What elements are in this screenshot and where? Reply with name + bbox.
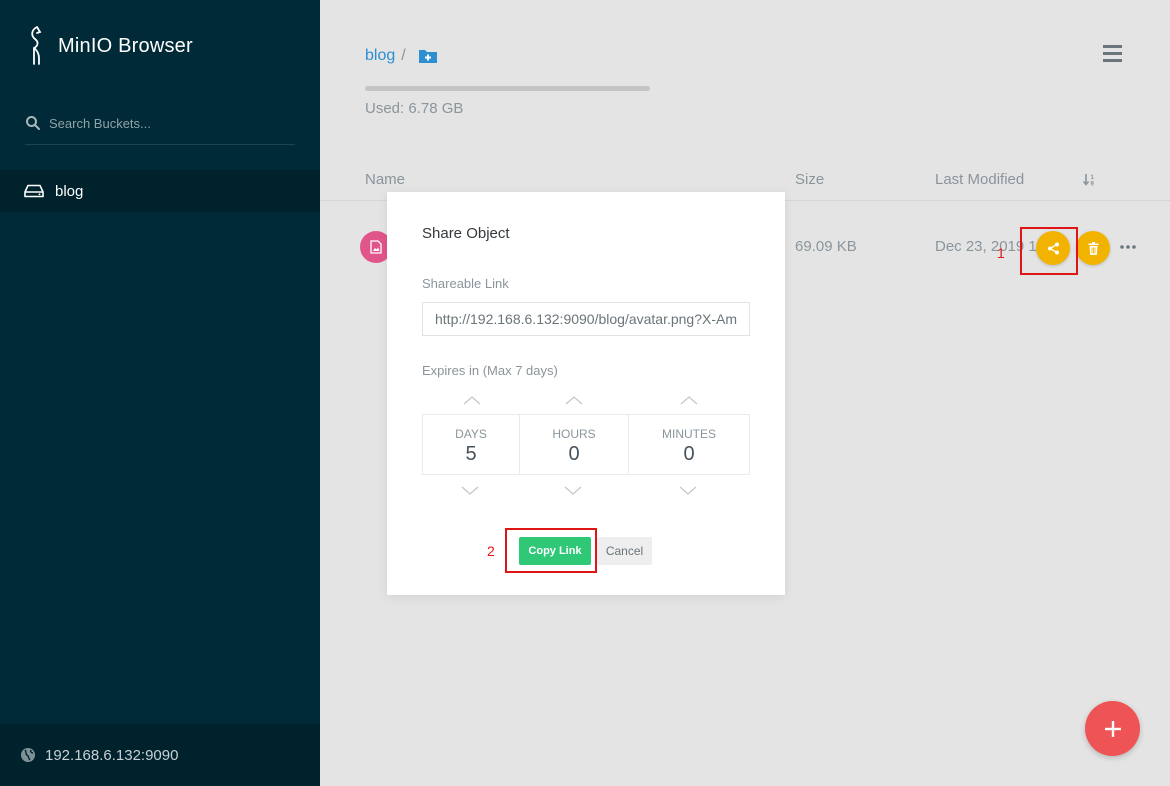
annotation-box-share: [1020, 227, 1078, 275]
minutes-decrease-icon[interactable]: [679, 486, 697, 495]
plus-icon: [1104, 720, 1121, 737]
annotation-box-copy-link: [505, 528, 597, 573]
host-address: 192.168.6.132:9090: [45, 746, 179, 764]
cancel-button[interactable]: Cancel: [597, 537, 652, 565]
expiry-days: DAYS 5: [423, 415, 520, 474]
minio-logo-icon: [31, 26, 42, 65]
search-icon: [26, 116, 40, 130]
hours-increase-icon[interactable]: [565, 396, 583, 405]
bucket-search: [25, 112, 295, 145]
days-decrease-icon[interactable]: [461, 486, 479, 495]
breadcrumb: blog /: [365, 47, 438, 65]
column-header-last-modified[interactable]: Last Modified: [935, 171, 1024, 188]
storage-usage-fill: [365, 86, 650, 91]
expiry-minutes-label: MINUTES: [662, 427, 716, 441]
svg-text:9: 9: [1091, 182, 1095, 187]
hours-decrease-icon[interactable]: [564, 486, 582, 495]
storage-usage-bar: [365, 86, 650, 91]
minutes-increase-icon[interactable]: [680, 396, 698, 405]
column-header-name[interactable]: Name: [365, 171, 405, 188]
expiry-days-value: 5: [465, 443, 477, 465]
hamburger-menu-icon[interactable]: [1103, 45, 1122, 62]
more-icon[interactable]: [1120, 245, 1136, 249]
breadcrumb-bucket-link[interactable]: blog: [365, 47, 395, 65]
app-title: MinIO Browser: [58, 34, 193, 57]
expiry-hours-value: 0: [568, 443, 580, 465]
shareable-link-label: Shareable Link: [422, 276, 509, 291]
search-buckets-input[interactable]: [49, 112, 289, 134]
shareable-link-field[interactable]: [422, 302, 750, 336]
expiry-minutes-value: 0: [683, 443, 695, 465]
delete-button[interactable]: [1076, 231, 1110, 265]
sidebar-item-blog[interactable]: blog: [0, 170, 320, 212]
sidebar: MinIO Browser blog 192.168.6.132:9090: [0, 0, 320, 786]
expiry-days-label: DAYS: [455, 427, 487, 441]
add-object-button[interactable]: [1085, 701, 1140, 756]
svg-text:1: 1: [1091, 175, 1095, 181]
annotation-number-1: 1: [997, 245, 1005, 261]
column-header-size[interactable]: Size: [795, 171, 824, 188]
hard-drive-icon: [24, 184, 44, 198]
sidebar-item-label: blog: [55, 182, 84, 200]
expiry-selector: DAYS 5 HOURS 0 MINUTES 0: [422, 414, 750, 475]
expiry-label: Expires in (Max 7 days): [422, 363, 558, 378]
folder-plus-icon[interactable]: [418, 48, 438, 64]
expiry-hours: HOURS 0: [520, 415, 629, 474]
sort-icon[interactable]: 1 9: [1083, 173, 1096, 186]
annotation-number-2: 2: [487, 543, 495, 559]
app-logo[interactable]: MinIO Browser: [24, 24, 193, 66]
storage-used-text: Used: 6.78 GB: [365, 100, 464, 117]
modal-title: Share Object: [422, 225, 510, 242]
image-file-icon: [370, 240, 382, 254]
host-footer: 192.168.6.132:9090: [0, 724, 320, 786]
trash-icon: [1088, 241, 1098, 255]
expiry-hours-label: HOURS: [552, 427, 596, 441]
breadcrumb-separator: /: [401, 47, 406, 64]
globe-icon: [21, 748, 35, 762]
days-increase-icon[interactable]: [463, 396, 481, 405]
expiry-minutes: MINUTES 0: [629, 415, 749, 474]
file-size: 69.09 KB: [795, 238, 857, 255]
